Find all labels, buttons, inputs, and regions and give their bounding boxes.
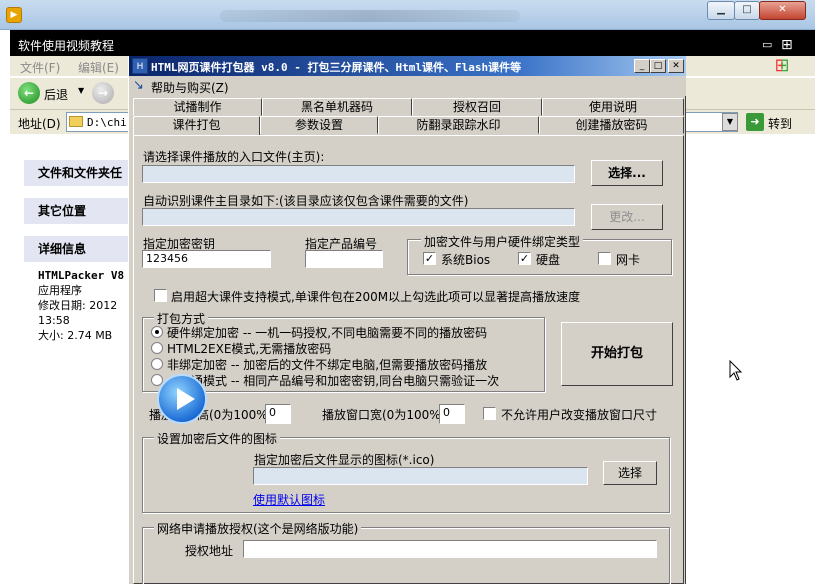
pack-mode-html2exe-radio[interactable] [151, 342, 163, 354]
details-panel: HTMLPacker V8 应用程序 修改日期: 2012 13:58 大小: … [24, 262, 128, 352]
mouse-cursor-icon [729, 360, 743, 381]
task-header-details[interactable]: 详细信息 [24, 236, 128, 262]
large-mode-checkbox[interactable] [154, 289, 167, 302]
help-buy-icon: ↘ [133, 78, 144, 93]
dialog-app-icon: H [132, 58, 148, 74]
nic-checkbox[interactable] [598, 252, 611, 265]
dialog-maximize-button[interactable]: □ [650, 59, 666, 73]
dialog-titlebar: H HTML网页课件打包器 v8.0 - 打包三分屏课件、Html课件、Flas… [129, 56, 686, 76]
fullscreen-icon[interactable]: ⊞ [781, 38, 797, 54]
pack-mode-unbound-radio[interactable] [151, 358, 163, 370]
pack-mode-onecode-label: 一码通模式 -- 相同产品编号和加密密钥,同台电脑只需验证一次 [167, 374, 500, 388]
entry-file-input[interactable] [142, 165, 575, 183]
back-arrow-icon[interactable]: ← [18, 82, 40, 104]
bios-checkbox[interactable]: ✓ [423, 252, 436, 265]
dialog-minimize-button[interactable]: _ [634, 59, 650, 73]
pack-mode-html2exe-label: HTML2EXE模式,无需播放密码 [167, 342, 332, 356]
details-modified: 修改日期: 2012 [38, 299, 118, 312]
menu-help-buy[interactable]: 帮助与购买(Z) [151, 79, 229, 96]
explorer-left-pane: 文件和文件夹任 其它位置 详细信息 HTMLPacker V8 应用程序 修改日… [10, 134, 128, 584]
details-size: 大小: 2.74 MB [38, 329, 113, 342]
task-header-files[interactable]: 文件和文件夹任 [24, 160, 128, 186]
auth-addr-label: 授权地址 [185, 544, 234, 558]
auth-addr-input[interactable] [243, 540, 657, 558]
select-entry-button[interactable]: 选择... [591, 160, 663, 186]
dialog-close-button[interactable]: ✕ [668, 59, 684, 73]
pack-mode-unbound-label: 非绑定加密 -- 加密后的文件不绑定电脑,但需要播放密码播放 [167, 358, 488, 372]
explorer-right-pane [686, 134, 815, 584]
key-input[interactable]: 123456 [142, 250, 271, 268]
windows-logo-icon: ⊞ [768, 55, 796, 77]
folder-icon [69, 116, 83, 127]
change-dir-button[interactable]: 更改... [591, 204, 663, 230]
back-label[interactable]: 后退 [44, 86, 68, 103]
address-label: 地址(D) [18, 117, 61, 131]
tab-trial[interactable]: 试播制作 [133, 98, 262, 116]
no-resize-checkbox[interactable] [483, 407, 496, 420]
address-input[interactable]: D:\chi [66, 112, 136, 132]
tab-recall[interactable]: 授权召回 [412, 98, 542, 116]
address-dropdown-icon[interactable]: ▼ [722, 113, 738, 131]
icon-file-input[interactable] [253, 467, 588, 485]
product-input[interactable] [305, 250, 383, 268]
minimize-button[interactable]: ▁ [707, 1, 735, 20]
default-icon-link[interactable]: 使用默认图标 [253, 491, 325, 508]
app-play-icon: ▶ [6, 7, 22, 23]
blurred-window-title [220, 10, 520, 22]
menu-file[interactable]: 文件(F) [20, 59, 60, 76]
bios-label: 系统Bios [441, 253, 491, 267]
tab-instructions[interactable]: 使用说明 [542, 98, 684, 116]
tab-create-password[interactable]: 创建播放密码 [539, 116, 684, 134]
outer-titlebar: ▶ ▁ □ ✕ [0, 0, 815, 30]
details-name: HTMLPacker V8 [38, 269, 125, 282]
pack-mode-hardware-radio[interactable] [151, 326, 163, 338]
details-type: 应用程序 [38, 284, 82, 297]
go-label[interactable]: 转到 [768, 115, 792, 132]
tab-blacklist[interactable]: 黑名单机器码 [262, 98, 412, 116]
address-value: D:\chi [87, 116, 127, 129]
disk-checkbox[interactable]: ✓ [518, 252, 531, 265]
start-pack-button[interactable]: 开始打包 [561, 322, 673, 386]
dialog-menubar: ↘ 帮助与购买(Z) [129, 76, 686, 96]
icon-select-button[interactable]: 选择 [603, 461, 657, 485]
entry-file-label: 请选择课件播放的入口文件(主页): [143, 150, 325, 164]
explorer-title: 软件使用视频教程 [18, 39, 115, 53]
packer-dialog: H HTML网页课件打包器 v8.0 - 打包三分屏课件、Html课件、Flas… [128, 56, 686, 584]
forward-arrow-icon[interactable]: → [92, 82, 114, 104]
width-label: 播放窗口宽(0为100%) [322, 408, 446, 422]
disk-label: 硬盘 [536, 253, 561, 267]
tab-pack[interactable]: 课件打包 [133, 116, 260, 136]
tab-params[interactable]: 参数设置 [260, 116, 378, 134]
hardware-bind-title: 加密文件与用户硬件绑定类型 [421, 233, 584, 250]
large-mode-label: 启用超大课件支持模式,单课件包在200M以上勾选此项可以显著提高播放速度 [171, 290, 581, 304]
menu-edit[interactable]: 编辑(E) [78, 59, 119, 76]
sub-window-icon[interactable]: ▭ [762, 38, 774, 51]
maximize-button[interactable]: □ [734, 1, 760, 20]
play-icon [157, 374, 207, 424]
icon-group-title: 设置加密后文件的图标 [154, 430, 281, 447]
close-button[interactable]: ✕ [759, 1, 806, 20]
task-header-other[interactable]: 其它位置 [24, 198, 128, 224]
nic-label: 网卡 [616, 253, 641, 267]
width-input[interactable]: 0 [439, 404, 465, 424]
details-time: 13:58 [38, 314, 70, 327]
network-auth-title: 网络申请播放授权(这个是网络版功能) [154, 520, 362, 537]
tab-watermark[interactable]: 防翻录跟踪水印 [378, 116, 539, 134]
explorer-title-row: 软件使用视频教程 [10, 30, 815, 56]
no-resize-label: 不允许用户改变播放窗口尺寸 [501, 408, 658, 422]
icon-file-label: 指定加密后文件显示的图标(*.ico) [254, 453, 435, 467]
pack-mode-hardware-label: 硬件绑定加密 -- 一机一码授权,不同电脑需要不同的播放密码 [167, 326, 488, 340]
back-dropdown-icon[interactable]: ▼ [78, 86, 84, 95]
go-arrow-icon[interactable]: ➜ [746, 113, 764, 131]
height-input[interactable]: 0 [265, 404, 291, 424]
auto-dir-label: 自动识别课件主目录如下:(该目录应该仅包含课件需要的文件) [143, 194, 469, 208]
auto-dir-input[interactable] [142, 208, 575, 226]
dialog-title: HTML网页课件打包器 v8.0 - 打包三分屏课件、Html课件、Flash课… [151, 61, 522, 74]
